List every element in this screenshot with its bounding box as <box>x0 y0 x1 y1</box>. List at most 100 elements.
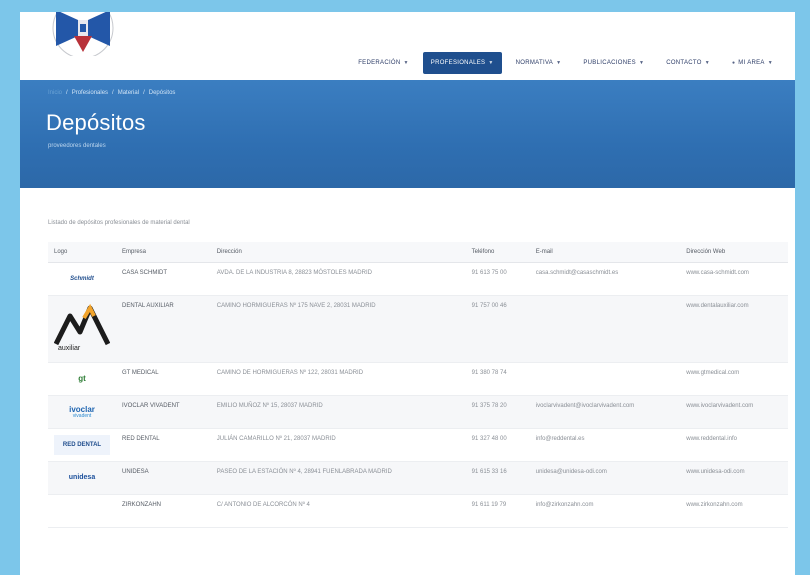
chevron-down-icon: ▼ <box>767 60 773 66</box>
email-link[interactable]: info@zirkonzahn.com <box>529 494 681 528</box>
address-cell: PASEO DE LA ESTACIÓN Nº 4, 28941 FUENLAB… <box>210 461 466 495</box>
table-row: unidesa UNIDESA PASEO DE LA ESTACIÓN Nº … <box>48 461 788 495</box>
logo-cell: RED DENTAL <box>48 428 116 462</box>
page-subtitle: proveedores dentales <box>48 143 106 149</box>
address-cell: CAMINO DE HORMIGUERAS Nº 122, 28031 MADR… <box>210 362 466 396</box>
breadcrumb-current: Depósitos <box>148 90 176 96</box>
chevron-down-icon: ▼ <box>556 60 562 66</box>
company-cell: ZIRKONZAHN <box>116 494 211 528</box>
address-cell: JULIÁN CAMARILLO Nº 21, 28037 MADRID <box>210 428 466 462</box>
web-link[interactable]: www.reddental.info <box>680 428 788 462</box>
nav-federacion[interactable]: FEDERACIÓN ▼ <box>350 54 417 72</box>
nav-profesionales[interactable]: PROFESIONALES ▼ <box>422 52 502 74</box>
email-link[interactable] <box>529 362 681 396</box>
web-link[interactable]: www.gtmedical.com <box>680 362 788 396</box>
page-banner: Inicio / Profesionales / Material / Depó… <box>20 80 795 188</box>
table-body: Schmidt CASA SCHMIDT AVDA. DE LA INDUSTR… <box>48 262 788 528</box>
phone-cell: 91 611 19 79 <box>465 494 530 528</box>
chevron-down-icon: ▼ <box>638 60 645 66</box>
web-link[interactable]: www.ivoclarvivadent.com <box>680 395 788 429</box>
column-header-telefono: Teléfono <box>465 242 530 263</box>
nav-label: NORMATIVA <box>515 60 554 66</box>
logo-cell: unidesa <box>48 461 116 495</box>
dental-auxiliar-logo: auxiliar <box>54 302 110 356</box>
table-row: auxiliar DENTAL AUXILIAR CAMINO HORMIGUE… <box>48 295 788 363</box>
email-link[interactable]: info@reddental.es <box>529 428 681 462</box>
breadcrumb-home[interactable]: Inicio <box>48 90 62 96</box>
breadcrumb-profesionales[interactable]: Profesionales <box>72 90 108 96</box>
column-header-empresa: Empresa <box>116 242 211 263</box>
email-link[interactable]: casa.schmidt@casaschmidt.es <box>529 262 681 296</box>
company-cell: CASA SCHMIDT <box>116 262 211 296</box>
unidesa-logo: unidesa <box>68 473 96 481</box>
breadcrumb: Inicio / Profesionales / Material / Depó… <box>48 90 175 96</box>
site-header: FEDERACIÓN ▼ PROFESIONALES ▼ NORMATIVA ▼ PU… <box>20 12 795 80</box>
table-header-row: Logo Empresa Dirección Teléfono E-mail D… <box>48 242 788 263</box>
chevron-down-icon: ▼ <box>403 60 409 66</box>
column-header-logo: Logo <box>48 242 116 263</box>
company-cell: IVOCLAR VIVADENT <box>116 395 211 429</box>
email-link[interactable] <box>529 295 681 363</box>
gt-medical-logo: gt <box>78 374 86 383</box>
zirkonzahn-logo <box>54 501 110 521</box>
phone-cell: 91 613 75 00 <box>465 262 530 296</box>
address-cell: EMILIO MUÑOZ Nº 15, 28037 MADRID <box>210 395 466 429</box>
web-link[interactable]: www.unidesa-odi.com <box>680 461 788 495</box>
web-link[interactable]: www.casa-schmidt.com <box>680 262 788 296</box>
phone-cell: 91 757 00 46 <box>465 295 530 363</box>
nav-label: MI AREA <box>738 60 765 66</box>
federation-logo[interactable] <box>52 12 114 56</box>
table-row: Schmidt CASA SCHMIDT AVDA. DE LA INDUSTR… <box>48 262 788 296</box>
casa-schmidt-logo: Schmidt <box>70 275 94 282</box>
column-header-web: Dirección Web <box>680 242 788 263</box>
breadcrumb-separator: / <box>66 90 68 96</box>
page-title: Depósitos <box>46 110 146 135</box>
phone-cell: 91 327 48 00 <box>465 428 530 462</box>
nav-normativa[interactable]: NORMATIVA ▼ <box>508 54 570 72</box>
nav-mi-area[interactable]: ● MI AREA ▼ <box>724 54 781 72</box>
logo-cell <box>48 494 116 528</box>
nav-contacto[interactable]: CONTACTO ▼ <box>658 54 718 72</box>
column-header-email: E-mail <box>529 242 681 263</box>
phone-cell: 91 615 33 16 <box>465 461 530 495</box>
table-header: Logo Empresa Dirección Teléfono E-mail D… <box>48 242 788 263</box>
depositos-table: Logo Empresa Dirección Teléfono E-mail D… <box>48 242 788 528</box>
main-nav: FEDERACIÓN ▼ PROFESIONALES ▼ NORMATIVA ▼ PU… <box>350 52 781 74</box>
nav-label: CONTACTO <box>666 60 702 66</box>
web-link[interactable]: www.zirkonzahn.com <box>680 494 788 528</box>
company-cell: GT MEDICAL <box>116 362 211 396</box>
company-cell: RED DENTAL <box>116 428 211 462</box>
table-row: ivoclar vivadent IVOCLAR VIVADENT EMILIO… <box>48 395 788 429</box>
chevron-down-icon: ▼ <box>488 60 494 66</box>
logo-cell: gt <box>48 362 116 396</box>
table-row: RED DENTAL RED DENTAL JULIÁN CAMARILLO N… <box>48 428 788 462</box>
page-frame: FEDERACIÓN ▼ PROFESIONALES ▼ NORMATIVA ▼ PU… <box>20 12 795 575</box>
red-dental-logo: RED DENTAL <box>54 435 110 455</box>
ivoclar-logo: ivoclar vivadent <box>54 402 110 422</box>
email-link[interactable]: ivoclarvivadent@ivoclarvivadent.com <box>529 395 681 429</box>
nav-label: PUBLICACIONES <box>583 60 636 66</box>
address-cell: CAMINO HORMIGUERAS Nº 175 NAVE 2, 28031 … <box>210 295 466 363</box>
company-cell: DENTAL AUXILIAR <box>116 295 211 363</box>
email-link[interactable]: unidesa@unidesa-odi.com <box>529 461 681 495</box>
intro-text: Listado de depósitos profesionales de ma… <box>48 220 190 226</box>
address-cell: AVDA. DE LA INDUSTRIA 8, 28823 MÓSTOLES … <box>210 262 466 296</box>
company-cell: UNIDESA <box>116 461 211 495</box>
logo-cell: ivoclar vivadent <box>48 395 116 429</box>
logo-cell: auxiliar <box>48 295 116 363</box>
address-cell: C/ ANTONIO DE ALCORCÓN Nº 4 <box>210 494 466 528</box>
dental-auxiliar-logo-text: auxiliar <box>58 345 81 352</box>
phone-cell: 91 375 78 20 <box>465 395 530 429</box>
web-link[interactable]: www.dentalauxiliar.com <box>680 295 788 363</box>
breadcrumb-separator: / <box>112 90 114 96</box>
user-icon: ● <box>731 60 736 66</box>
phone-cell: 91 380 78 74 <box>465 362 530 396</box>
breadcrumb-material[interactable]: Material <box>118 90 139 96</box>
chevron-down-icon: ▼ <box>704 60 710 66</box>
logo-cell: Schmidt <box>48 262 116 296</box>
nav-label: PROFESIONALES <box>430 60 486 66</box>
vivadent-logo-text: vivadent <box>72 412 92 419</box>
column-header-direccion: Dirección <box>210 242 466 263</box>
nav-publicaciones[interactable]: PUBLICACIONES ▼ <box>575 54 652 72</box>
table-row: gt GT MEDICAL CAMINO DE HORMIGUERAS Nº 1… <box>48 362 788 396</box>
